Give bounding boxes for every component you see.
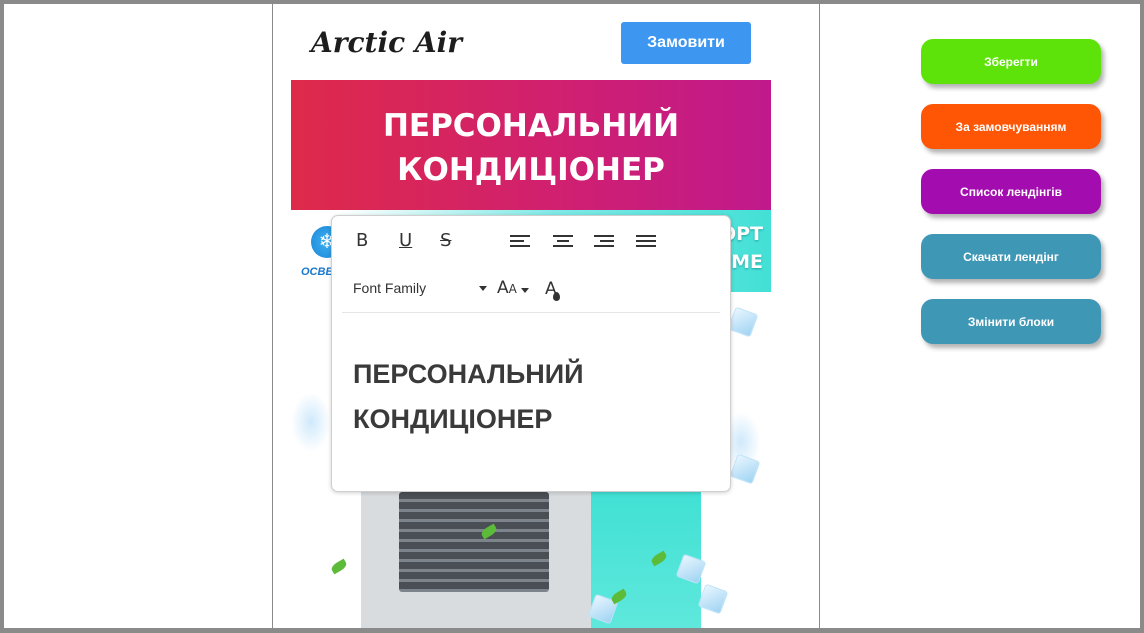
editor-content[interactable]: ПЕРСОНАЛЬНИЙ КОНДИЦІОНЕР [353, 352, 713, 442]
toolbar-divider [342, 312, 720, 313]
align-left-icon[interactable] [510, 235, 530, 249]
font-family-label: Font Family [353, 280, 427, 296]
strikethrough-button[interactable]: S [440, 230, 451, 251]
save-button[interactable]: Зберегти [921, 39, 1101, 84]
font-size-icon-large: A [497, 278, 509, 298]
strip-left-text: ОСВЕ [301, 266, 333, 278]
font-size-icon-small: A [508, 282, 517, 296]
download-landing-button[interactable]: Скачати лендінг [921, 234, 1101, 279]
mint-leaf-icon [329, 558, 349, 575]
order-button[interactable]: Замовити [621, 22, 751, 64]
landings-list-button[interactable]: Список лендінгів [921, 169, 1101, 214]
water-splash [291, 392, 331, 452]
text-editor-popup[interactable]: B U S Font Family AA A ПЕРСОНАЛЬНИЙ КОНД… [331, 215, 731, 492]
chevron-down-icon [521, 288, 529, 293]
hero-title-line1: ПЕРСОНАЛЬНИЙ [382, 108, 680, 144]
bold-button[interactable]: B [356, 230, 368, 251]
hero-banner[interactable]: ПЕРСОНАЛЬНИЙ КОНДИЦІОНЕР [291, 80, 771, 210]
change-blocks-button[interactable]: Змінити блоки [921, 299, 1101, 344]
align-justify-icon[interactable] [636, 235, 656, 249]
landing-header: Arctic Air Замовити [273, 4, 819, 80]
align-right-icon[interactable] [594, 235, 614, 249]
chevron-down-icon [479, 286, 487, 291]
align-center-icon[interactable] [553, 235, 573, 249]
font-family-select[interactable]: Font Family [353, 280, 488, 298]
air-cooler-grill [399, 492, 549, 592]
reset-default-button[interactable]: За замовчуванням [921, 104, 1101, 149]
logo: Arctic Air [311, 26, 463, 59]
font-size-button[interactable]: AA [497, 278, 517, 298]
hero-title-line2: КОНДИЦІОНЕР [397, 152, 665, 188]
ice-cube-icon [727, 306, 759, 338]
underline-button[interactable]: U [399, 230, 412, 251]
editor-content-line2: КОНДИЦІОНЕР [353, 404, 553, 434]
editor-content-line1: ПЕРСОНАЛЬНИЙ [353, 359, 584, 389]
ice-cube-icon [697, 583, 729, 615]
color-drop-icon [553, 292, 560, 301]
